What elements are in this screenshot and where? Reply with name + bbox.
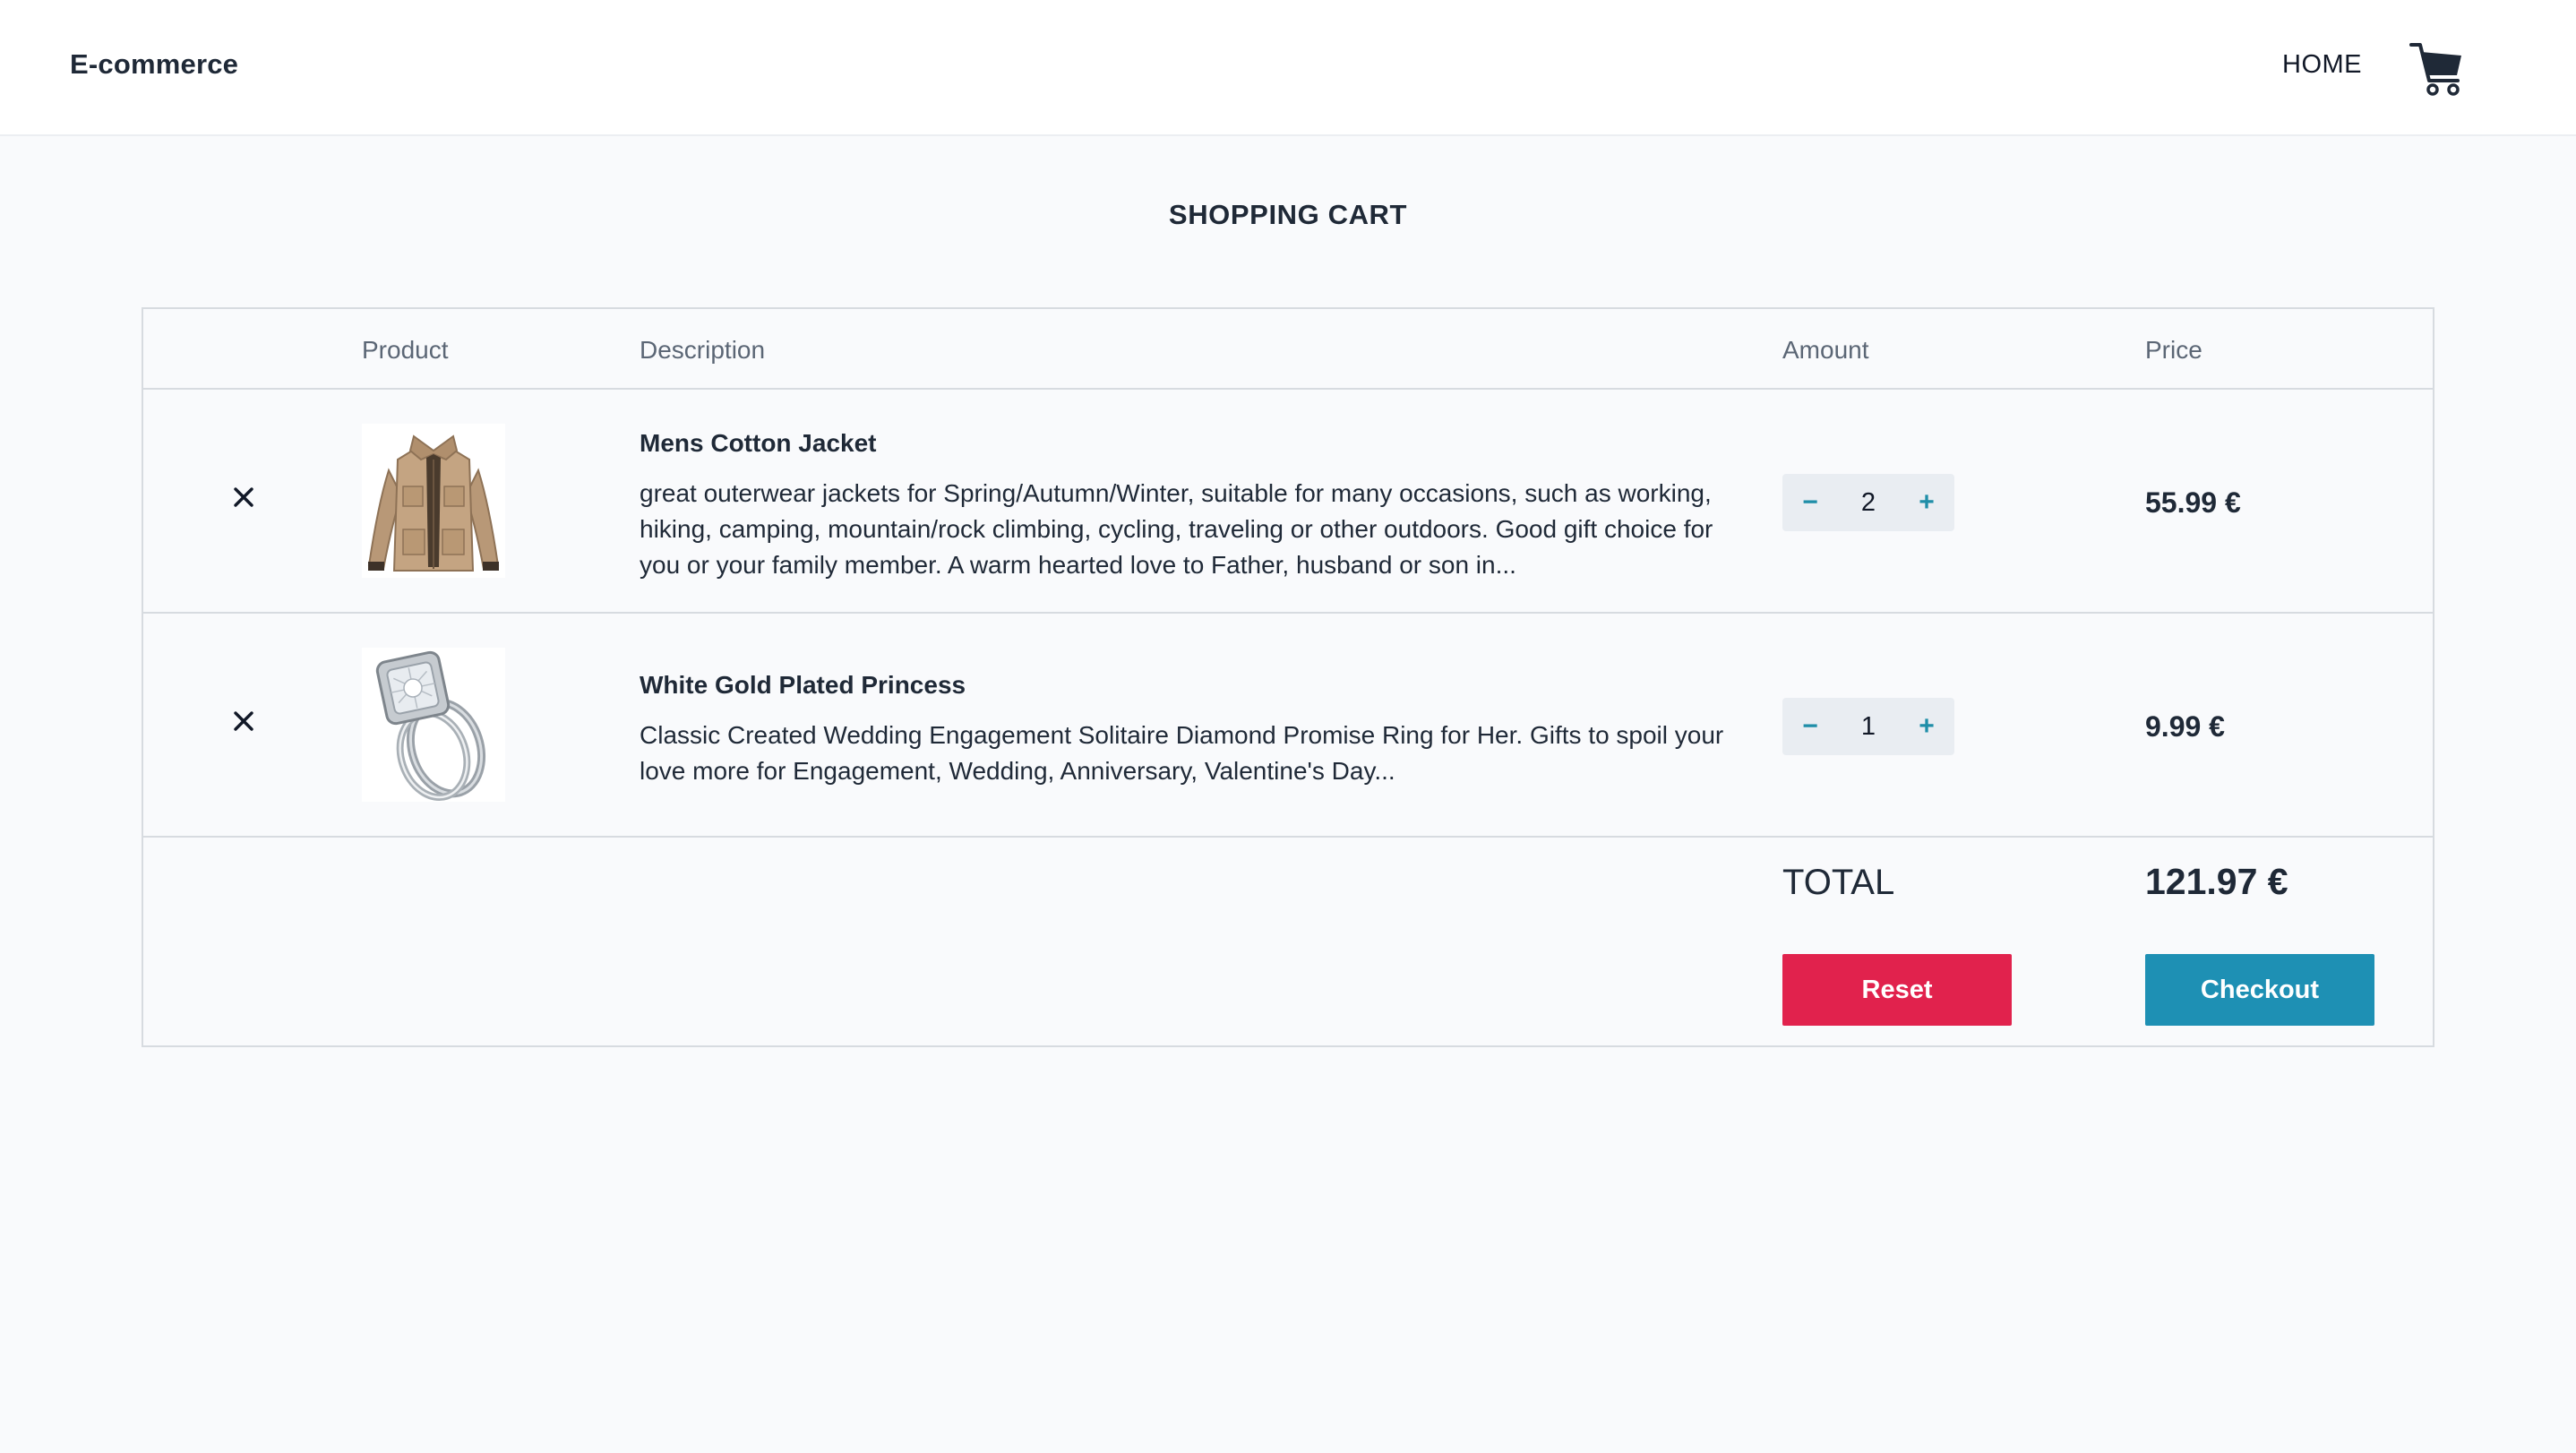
- cart-table: Product Description Amount Price Mens Co…: [142, 307, 2434, 1047]
- remove-item-icon[interactable]: [226, 703, 262, 739]
- item-price: 9.99 €: [2145, 710, 2225, 743]
- checkout-button[interactable]: Checkout: [2145, 954, 2374, 1026]
- table-divider: [143, 836, 2433, 838]
- column-header-description: Description: [640, 336, 766, 364]
- decrement-button[interactable]: −: [1782, 474, 1838, 531]
- quantity-input[interactable]: [1838, 710, 1899, 743]
- increment-button[interactable]: +: [1899, 698, 1954, 755]
- total-label: TOTAL: [1782, 863, 1895, 902]
- item-price: 55.99 €: [2145, 486, 2241, 519]
- product-description: great outerwear jackets for Spring/Autum…: [640, 479, 1713, 579]
- brand-logo[interactable]: E-commerce: [70, 48, 238, 81]
- quantity-stepper: − +: [1782, 474, 1954, 531]
- table-row: Mens Cotton Jacket great outerwear jacke…: [143, 390, 2433, 612]
- top-navbar: E-commerce HOME: [0, 0, 2576, 136]
- remove-item-icon[interactable]: [226, 479, 262, 515]
- column-header-price: Price: [2145, 336, 2202, 364]
- quantity-input[interactable]: [1838, 486, 1899, 519]
- jacket-image: [362, 424, 505, 578]
- quantity-stepper: − +: [1782, 698, 1954, 755]
- total-value: 121.97 €: [2145, 861, 2288, 902]
- shopping-cart-icon[interactable]: [2409, 39, 2465, 97]
- column-header-product: Product: [362, 336, 449, 364]
- page-title: SHOPPING CART: [1168, 199, 1408, 230]
- product-description: Classic Created Wedding Engagement Solit…: [640, 721, 1724, 785]
- ring-image: [362, 648, 505, 802]
- product-name[interactable]: Mens Cotton Jacket: [640, 429, 877, 458]
- product-name[interactable]: White Gold Plated Princess: [640, 671, 966, 700]
- column-header-amount: Amount: [1782, 336, 1869, 364]
- table-row: White Gold Plated Princess Classic Creat…: [143, 614, 2433, 836]
- nav-home-link[interactable]: HOME: [2282, 50, 2362, 80]
- decrement-button[interactable]: −: [1782, 698, 1838, 755]
- increment-button[interactable]: +: [1899, 474, 1954, 531]
- reset-button[interactable]: Reset: [1782, 954, 2012, 1026]
